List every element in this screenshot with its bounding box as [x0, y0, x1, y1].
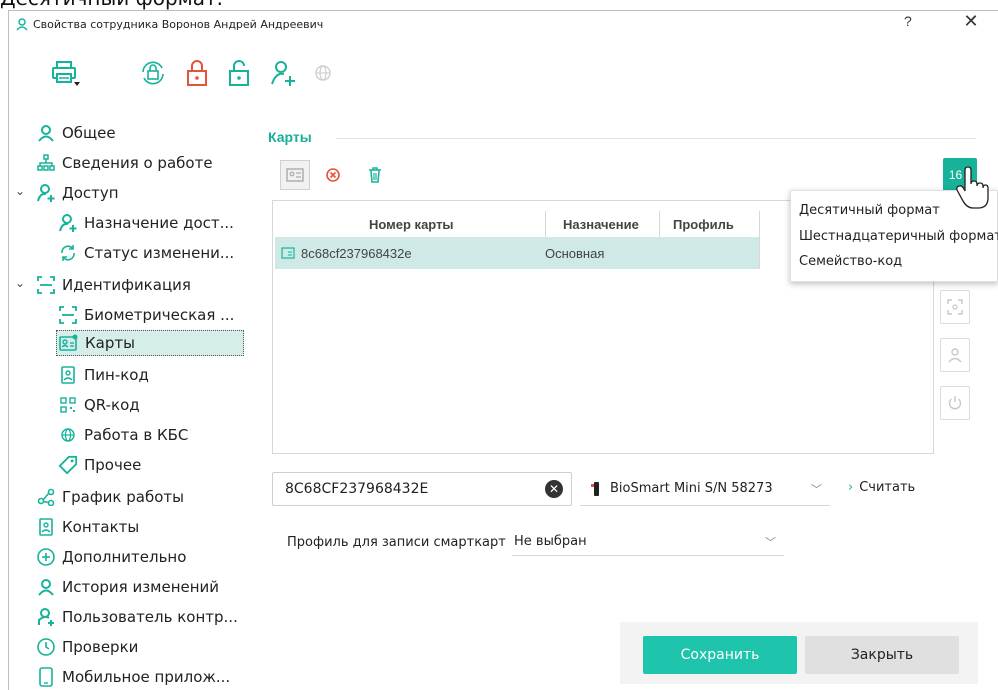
sidebar-item-control-user[interactable]: Пользователь контр...	[36, 604, 238, 630]
schedule-icon	[36, 487, 56, 507]
user-control-icon	[36, 607, 56, 627]
person-side-button[interactable]	[940, 338, 970, 372]
column-header-purpose[interactable]: Назначение	[563, 211, 639, 237]
sidebar-item-access[interactable]: Доступ	[36, 180, 119, 206]
power-side-button[interactable]	[940, 386, 970, 420]
section-divider	[336, 138, 976, 139]
sync-icon	[58, 243, 78, 263]
column-divider	[759, 211, 760, 269]
cancel-circle-icon	[326, 168, 340, 182]
biometric-side-button[interactable]	[940, 290, 970, 324]
contacts-icon	[36, 517, 56, 537]
card-number-input[interactable]: 8C68CF237968432E	[272, 472, 572, 506]
power-icon	[948, 396, 962, 410]
globe-icon	[315, 65, 331, 81]
chevron-down-icon[interactable]: ⌄	[15, 276, 25, 290]
sidebar-item-qr[interactable]: QR-код	[58, 392, 140, 418]
card-purpose-cell: Основная	[545, 245, 605, 261]
close-window-button[interactable]: ✕	[959, 11, 983, 32]
sidebar-item-checks[interactable]: Проверки	[36, 634, 138, 660]
pin-icon	[58, 365, 78, 385]
sidebar-item-work-info[interactable]: Сведения о работе	[36, 150, 213, 176]
reader-select[interactable]: BioSmart Mini S/N 58273 ﹀	[580, 472, 830, 506]
sidebar-item-other[interactable]: Прочее	[58, 452, 141, 478]
remove-card-button[interactable]	[324, 166, 342, 184]
reader-device-icon	[591, 481, 599, 496]
sidebar-item-kbs[interactable]: Работа в КБС	[58, 422, 188, 448]
trash-icon	[369, 167, 381, 183]
sidebar-item-biometric[interactable]: Биометрическая ...	[58, 302, 234, 328]
delete-card-button[interactable]	[366, 166, 384, 184]
scan-frame-icon	[36, 275, 56, 295]
menu-item-decimal[interactable]: Десятичный формат	[799, 203, 940, 218]
lock-sync-button[interactable]	[135, 55, 171, 91]
globe-button[interactable]	[305, 55, 341, 91]
lock-button[interactable]	[179, 55, 215, 91]
sidebar-item-mobile-app[interactable]: Мобильное прилож...	[36, 664, 230, 690]
sidebar-item-contacts[interactable]: Контакты	[36, 514, 139, 540]
chevron-down-icon[interactable]: ⌄	[15, 184, 25, 198]
sidebar-item-additional[interactable]: Дополнительно	[36, 544, 186, 570]
chevron-down-icon: ﹀	[811, 483, 822, 496]
phone-icon	[36, 667, 56, 687]
chevron-down-icon: ﹀	[765, 536, 776, 549]
profile-label: Профиль для записи смарткарт	[287, 535, 506, 550]
scan-frame-icon	[947, 299, 963, 315]
user-history-icon	[36, 577, 56, 597]
user-assign-icon	[58, 213, 78, 233]
card-icon	[59, 333, 79, 353]
plus-circle-icon	[36, 547, 56, 567]
print-button[interactable]	[47, 55, 83, 91]
hand-cursor-icon	[956, 166, 989, 209]
title-bar: Свойства сотрудника Воронов Андрей Андре…	[9, 11, 998, 41]
sidebar-item-general[interactable]: Общее	[36, 120, 116, 146]
user-icon	[36, 123, 56, 143]
sidebar-item-cards[interactable]: Карты	[56, 330, 244, 356]
page-caption: Десятичный формат.	[0, 0, 223, 10]
clock-icon	[36, 637, 56, 657]
qr-icon	[58, 395, 78, 415]
sidebar-item-identification[interactable]: Идентификация	[36, 272, 191, 298]
column-header-number[interactable]: Номер карты	[369, 211, 454, 237]
section-title: Карты	[268, 129, 312, 145]
main-toolbar	[9, 55, 998, 107]
lock-sync-icon	[142, 61, 164, 85]
profile-select[interactable]: Не выбран ﹀	[512, 528, 784, 556]
sidebar-item-pin[interactable]: Пин-код	[58, 362, 149, 388]
clear-input-button[interactable]: ✕	[545, 480, 563, 498]
sidebar-item-schedule[interactable]: График работы	[36, 484, 184, 510]
user-access-icon	[36, 183, 56, 203]
menu-item-family-code[interactable]: Семейство-код	[799, 254, 902, 269]
column-header-profile[interactable]: Профиль	[673, 211, 734, 237]
card-icon	[281, 247, 295, 259]
org-chart-icon	[36, 153, 56, 173]
tag-icon	[58, 455, 78, 475]
biometric-icon	[58, 305, 78, 325]
chevron-right-icon: ›	[848, 480, 854, 495]
menu-item-hex[interactable]: Шестнадцатеричный формат	[799, 229, 998, 244]
sidebar-item-change-status[interactable]: Статус изменени...	[58, 240, 234, 266]
printer-icon	[52, 61, 80, 86]
unlock-button[interactable]	[221, 55, 257, 91]
table-row[interactable]: 8c68cf237968432e Основная	[275, 237, 759, 269]
window-title: Свойства сотрудника Воронов Андрей Андре…	[33, 18, 324, 31]
user-icon	[16, 18, 28, 31]
lock-open-icon	[229, 60, 249, 86]
globe-icon	[58, 425, 78, 445]
lock-closed-icon	[187, 60, 207, 86]
help-button[interactable]: ?	[904, 13, 912, 29]
add-user-button[interactable]	[265, 55, 301, 91]
card-icon	[286, 168, 304, 182]
close-button[interactable]: Закрыть	[805, 636, 959, 674]
sidebar-item-history[interactable]: История изменений	[36, 574, 219, 600]
sidebar-item-access-assignment[interactable]: Назначение дост...	[58, 210, 234, 236]
save-button[interactable]: Сохранить	[643, 636, 797, 674]
add-card-button[interactable]	[280, 160, 310, 190]
read-button[interactable]: › Считать	[848, 480, 915, 495]
card-number-cell: 8c68cf237968432e	[281, 237, 412, 269]
user-icon	[948, 348, 962, 363]
user-add-icon	[271, 61, 295, 86]
